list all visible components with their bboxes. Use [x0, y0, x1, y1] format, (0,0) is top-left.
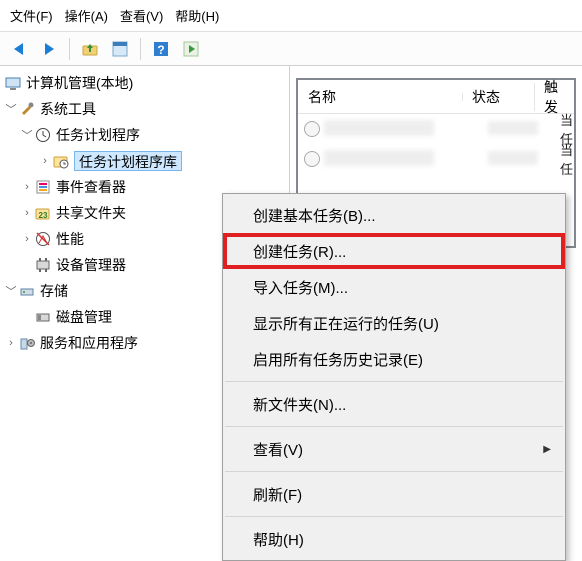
chevron-right-icon[interactable]: ›	[20, 207, 34, 219]
ctx-create-basic-task[interactable]: 创建基本任务(B)...	[223, 197, 565, 233]
column-name[interactable]: 名称	[298, 87, 462, 107]
tree-label: 任务计划程序	[56, 125, 140, 145]
tree-label: 系统工具	[40, 99, 96, 119]
tree-label: 性能	[56, 229, 84, 249]
disk-icon	[34, 308, 52, 326]
tree-label: 设备管理器	[56, 255, 126, 275]
help-icon: ?	[152, 40, 170, 58]
task-icon	[304, 151, 320, 167]
forward-arrow-icon	[40, 40, 58, 58]
chevron-right-icon[interactable]: ›	[4, 337, 18, 349]
menu-bar: 文件(F) 操作(A) 查看(V) 帮助(H)	[0, 0, 582, 32]
toolbar: ?	[0, 32, 582, 66]
tree-label: 共享文件夹	[56, 203, 126, 223]
chevron-right-icon[interactable]: ›	[20, 233, 34, 245]
ctx-import-task[interactable]: 导入任务(M)...	[223, 269, 565, 305]
help-button[interactable]: ?	[148, 36, 174, 62]
tools-icon	[18, 100, 36, 118]
column-trigger[interactable]: 触发	[534, 77, 574, 117]
performance-icon	[34, 230, 52, 248]
blurred-text	[324, 150, 434, 166]
svg-text:?: ?	[157, 43, 164, 57]
forward-button[interactable]	[36, 36, 62, 62]
chevron-right-icon[interactable]: ›	[38, 155, 52, 167]
blurred-text	[488, 151, 538, 165]
folder-clock-icon	[52, 152, 70, 170]
back-button[interactable]	[6, 36, 32, 62]
tree-label-selected: 任务计划程序库	[74, 151, 182, 171]
services-icon	[18, 334, 36, 352]
tree-task-scheduler[interactable]: ﹀ 任务计划程序	[2, 122, 287, 148]
tree-label: 存储	[40, 281, 68, 301]
folder-up-icon	[81, 40, 99, 58]
ctx-separator	[225, 471, 563, 472]
menu-help[interactable]: 帮助(H)	[175, 6, 219, 25]
ctx-separator	[225, 516, 563, 517]
run-preview-button[interactable]	[178, 36, 204, 62]
blurred-text	[488, 121, 538, 135]
up-level-button[interactable]	[77, 36, 103, 62]
shared-folders-icon: 23	[34, 204, 52, 222]
computer-management-icon	[4, 74, 22, 92]
ctx-create-task[interactable]: 创建任务(R)...	[223, 233, 565, 269]
context-menu: 创建基本任务(B)... 创建任务(R)... 导入任务(M)... 显示所有正…	[222, 193, 566, 561]
ctx-refresh[interactable]: 刷新(F)	[223, 476, 565, 512]
storage-icon	[18, 282, 36, 300]
svg-text:23: 23	[39, 211, 48, 220]
ctx-separator	[225, 381, 563, 382]
ctx-enable-history[interactable]: 启用所有任务历史记录(E)	[223, 341, 565, 377]
back-arrow-icon	[10, 40, 28, 58]
tree-label: 磁盘管理	[56, 307, 112, 327]
chevron-down-icon[interactable]: ﹀	[20, 127, 34, 143]
chevron-right-icon[interactable]: ›	[20, 181, 34, 193]
tree-label: 事件查看器	[56, 177, 126, 197]
task-icon	[304, 121, 320, 137]
chevron-down-icon[interactable]: ﹀	[4, 283, 18, 299]
chevron-down-icon[interactable]: ﹀	[4, 101, 18, 117]
menu-file[interactable]: 文件(F)	[10, 6, 53, 25]
ctx-view-submenu[interactable]: 查看(V)	[223, 431, 565, 467]
event-viewer-icon	[34, 178, 52, 196]
device-manager-icon	[34, 256, 52, 274]
ctx-help[interactable]: 帮助(H)	[223, 521, 565, 557]
toolbar-separator	[140, 38, 141, 60]
column-status[interactable]: 状态	[462, 87, 534, 107]
blank-twisty	[20, 311, 34, 323]
menu-action[interactable]: 操作(A)	[65, 6, 108, 25]
list-header: 名称 状态 触发	[298, 80, 574, 114]
tree-label: 计算机管理(本地)	[26, 73, 133, 93]
table-row[interactable]: 当任	[298, 144, 574, 174]
table-row[interactable]: 当任	[298, 114, 574, 144]
tree-root-computer-management[interactable]: 计算机管理(本地)	[2, 70, 287, 96]
ctx-show-running-tasks[interactable]: 显示所有正在运行的任务(U)	[223, 305, 565, 341]
properties-pane-icon	[111, 40, 129, 58]
toolbar-separator	[69, 38, 70, 60]
ctx-new-folder[interactable]: 新文件夹(N)...	[223, 386, 565, 422]
blank-twisty	[20, 259, 34, 271]
cell-trigger: 当任	[560, 140, 574, 178]
clock-icon	[34, 126, 52, 144]
run-preview-icon	[182, 40, 200, 58]
properties-pane-button[interactable]	[107, 36, 133, 62]
blurred-text	[324, 120, 434, 136]
tree-task-scheduler-library[interactable]: › 任务计划程序库	[2, 148, 287, 174]
tree-system-tools[interactable]: ﹀ 系统工具	[2, 96, 287, 122]
menu-view[interactable]: 查看(V)	[120, 6, 163, 25]
ctx-separator	[225, 426, 563, 427]
tree-label: 服务和应用程序	[40, 333, 138, 353]
